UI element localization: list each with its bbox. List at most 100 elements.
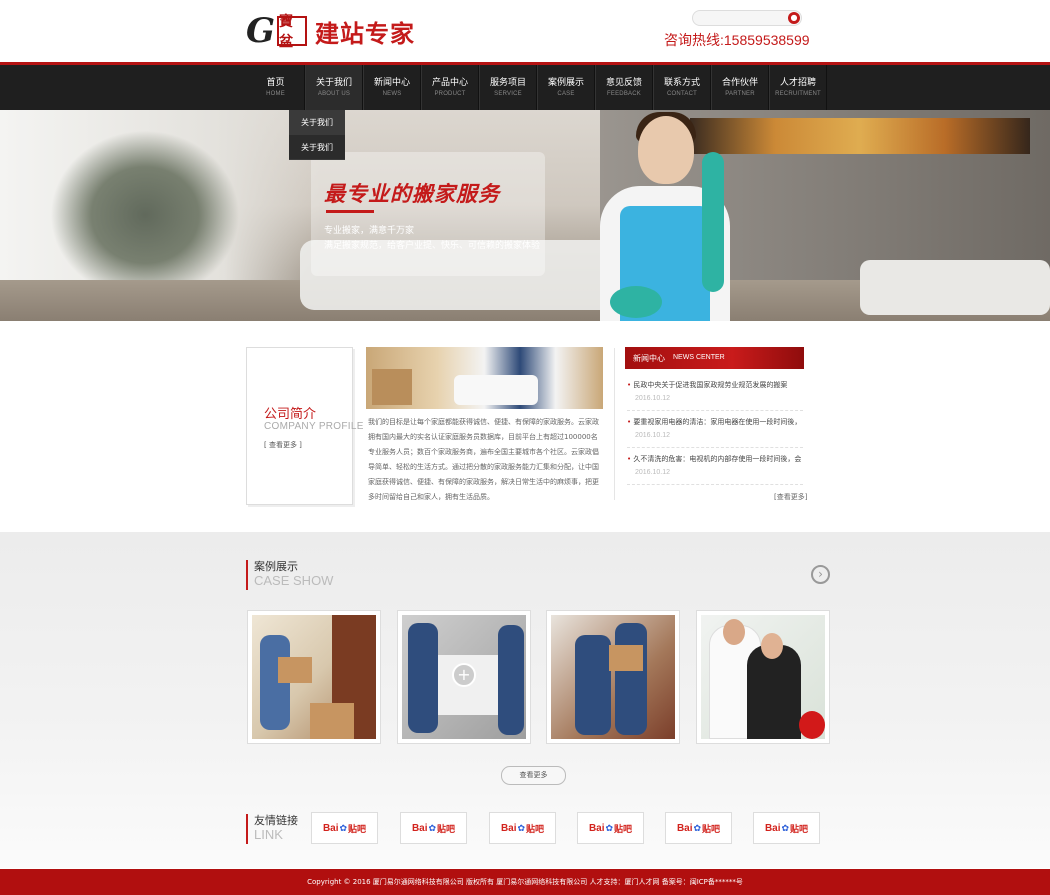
nav-label: 合作伙伴: [721, 78, 758, 88]
friend-link-logo[interactable]: Bai ✿ 贴吧: [400, 812, 467, 844]
case-card[interactable]: [247, 610, 381, 744]
mop-head: [610, 286, 662, 318]
news-date: 2016.10.12: [635, 395, 671, 402]
case-card[interactable]: +: [397, 610, 531, 744]
nav-sublabel: HOME: [266, 91, 285, 97]
banner-fireplace: [690, 118, 1030, 154]
case-more-button[interactable]: 查看更多: [501, 766, 566, 785]
logo-word: Bai: [322, 822, 339, 834]
dropdown-item-about[interactable]: 关于我们: [289, 110, 345, 135]
case-show-title: 案例展示: [254, 560, 298, 573]
hero-banner: 最专业的搬家服务 专业搬家，满意千万家 满足搬家规范，给客户业提、快乐、可信赖的…: [0, 110, 1050, 321]
photo-box: [609, 645, 643, 671]
nav-item-home[interactable]: 首页 HOME: [247, 65, 305, 110]
news-date: 2016.10.12: [635, 432, 671, 439]
moving-sofa: [454, 375, 538, 405]
logo-word: Bai: [676, 822, 693, 834]
case-card[interactable]: [696, 610, 830, 744]
logo-seal: 寶盆: [277, 14, 308, 50]
nav-sublabel: PARTNER: [725, 91, 755, 97]
chevron-right-icon[interactable]: ›: [811, 565, 830, 584]
paw-icon: ✿: [605, 822, 614, 833]
friend-link-logo[interactable]: Bai ✿ 贴吧: [753, 812, 820, 844]
logo-letter: G: [246, 11, 276, 51]
photo-mover: [615, 623, 647, 735]
news-more-link[interactable]: [查看更多]: [774, 492, 807, 502]
nav-item-service[interactable]: 服务项目 SERVICE: [479, 65, 537, 110]
nav-sublabel: ABOUT US: [317, 91, 351, 97]
zoom-plus-icon[interactable]: +: [452, 663, 476, 687]
search-box: ●: [692, 10, 802, 27]
news-list: 民政中央关于促进我国家政规劳业规范发展的搬案 2016.10.12 要重视家用电…: [627, 374, 803, 485]
friend-link-logo[interactable]: Bai ✿ 贴吧: [489, 812, 556, 844]
profile-subtitle: COMPANY PROFILE: [264, 421, 364, 432]
case-photo: [701, 615, 825, 739]
nav-sublabel: SERVICE: [494, 91, 522, 97]
site-logo[interactable]: G 寶盆 建站专家: [246, 11, 416, 51]
logo-word: 贴吧: [702, 823, 721, 834]
site-header: G 寶盆 建站专家 ● 咨询热线:15859538599: [0, 0, 1050, 62]
photo-mover: [575, 635, 611, 735]
photo-face: [723, 619, 745, 645]
news-title-link[interactable]: 要重视家用电器的清洁：家用电器在使用一段时间後，: [627, 417, 803, 427]
cleaner-face: [638, 116, 694, 184]
nav-label: 产品中心: [431, 78, 468, 88]
case-photo: [252, 615, 376, 739]
copyright-text: Copyright © 2016 厦门易尔通网络科技有限公司 版权所有 厦门易尔…: [307, 878, 743, 886]
logo-word: 贴吧: [526, 823, 545, 834]
case-show-heading: 案例展示 CASE SHOW: [246, 560, 333, 590]
photo-woman: [747, 645, 801, 739]
nav-item-partner[interactable]: 合作伙伴 PARTNER: [711, 65, 769, 110]
news-title-link[interactable]: 民政中央关于促进我国家政规劳业规范发展的搬案: [627, 380, 803, 390]
logo-text: 建站专家: [315, 18, 416, 48]
hotline: 咨询热线:15859538599: [664, 32, 810, 48]
banner-sofa-right: [860, 260, 1050, 315]
news-date: 2016.10.12: [635, 469, 671, 476]
photo-flowers: [799, 711, 825, 739]
friend-link-logo[interactable]: Bai ✿ 贴吧: [577, 812, 644, 844]
nav-item-news[interactable]: 新闻中心 NEWS: [363, 65, 421, 110]
photo-mover: [408, 623, 438, 733]
banner-title: 最专业的搬家服务: [324, 181, 500, 206]
nav-item-product[interactable]: 产品中心 PRODUCT: [421, 65, 479, 110]
case-card[interactable]: [546, 610, 680, 744]
links-subtitle: LINK: [254, 827, 283, 842]
photo-face: [761, 633, 783, 659]
search-icon[interactable]: ●: [788, 12, 800, 24]
duster: [702, 152, 724, 292]
dropdown-item-about[interactable]: 关于我们: [289, 135, 345, 160]
nav-item-recruitment[interactable]: 人才招聘 RECRUITMENT: [769, 65, 827, 110]
news-header-title: 新闻中心: [633, 354, 665, 363]
nav-item-about[interactable]: 关于我们 ABOUT US: [305, 65, 363, 110]
nav-item-contact[interactable]: 联系方式 CONTACT: [653, 65, 711, 110]
nav-item-feedback[interactable]: 意见反馈 FEEDBACK: [595, 65, 653, 110]
nav-sublabel: NEWS: [382, 91, 402, 97]
photo-mover: [498, 625, 524, 735]
photo-box: [310, 703, 354, 739]
profile-image: [366, 347, 603, 409]
news-title-link[interactable]: 久不清洗的危害：电视机的内部存使用一段时间後，会: [627, 454, 803, 464]
logo-word: 贴吧: [614, 823, 633, 834]
friend-link-logo[interactable]: Bai ✿ 贴吧: [665, 812, 732, 844]
site-footer: Copyright © 2016 厦门易尔通网络科技有限公司 版权所有 厦门易尔…: [0, 869, 1050, 895]
nav-sublabel: CASE: [557, 91, 575, 97]
nav-item-case[interactable]: 案例展示 CASE: [537, 65, 595, 110]
nav-sublabel: FEEDBACK: [607, 91, 641, 97]
news-header: 新闻中心 NEWS CENTER: [625, 347, 804, 369]
photo-box: [278, 657, 312, 683]
logo-word: Bai: [588, 822, 605, 834]
company-profile-card: 公司简介 COMPANY PROFILE [ 查看更多 ]: [246, 347, 363, 505]
banner-cleaner-photo: [560, 110, 730, 321]
nav-label: 人才招聘: [779, 78, 816, 88]
about-dropdown-menu: 关于我们 关于我们: [289, 110, 345, 160]
profile-title: 公司简介: [264, 407, 317, 422]
search-input[interactable]: [693, 12, 785, 27]
profile-more-link[interactable]: [ 查看更多 ]: [264, 440, 302, 450]
nav-sublabel: PRODUCT: [434, 91, 466, 97]
logo-word: Bai: [764, 822, 781, 834]
banner-underline: [326, 210, 374, 213]
friend-link-logo[interactable]: Bai ✿ 贴吧: [311, 812, 378, 844]
nav-label: 关于我们: [315, 78, 352, 88]
links-title: 友情链接: [254, 814, 298, 827]
paw-icon: ✿: [339, 822, 348, 833]
